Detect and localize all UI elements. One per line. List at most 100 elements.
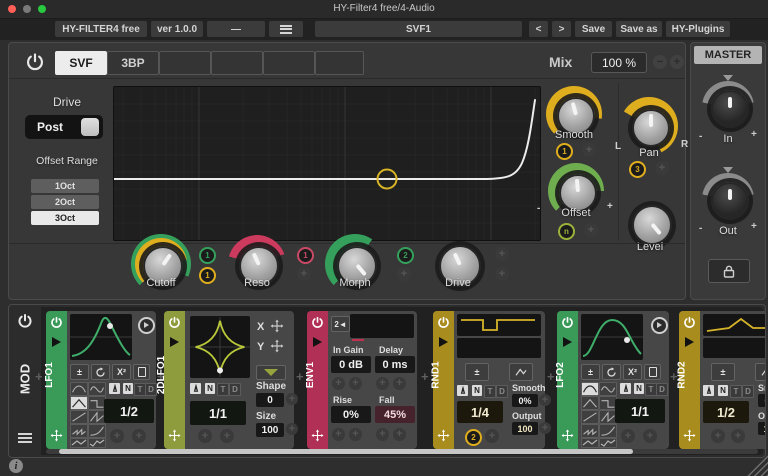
add-module-button[interactable]: + [35, 369, 43, 384]
rnd1-output-add[interactable]: + [539, 422, 551, 434]
lfo2-shape-rand1[interactable] [581, 438, 599, 448]
lfo1-rate-value[interactable]: 1/2 [104, 399, 154, 423]
tab-empty-2[interactable] [211, 51, 263, 75]
env1-fall-inc[interactable]: + [393, 428, 406, 441]
tab-3bp[interactable]: 3BP [107, 51, 159, 75]
mod-power-icon[interactable] [17, 313, 33, 329]
offset-range-3oct[interactable]: 3Oct [31, 211, 99, 225]
rnd2-trigger-icon[interactable] [685, 337, 694, 347]
env1-rise-value[interactable]: 0% [331, 406, 371, 423]
env1-in-gain-inc[interactable]: + [349, 377, 362, 390]
add-module-button[interactable]: + [547, 369, 555, 384]
lfo2-sync-icon[interactable] [620, 383, 631, 394]
rnd2-sync-icon[interactable] [703, 385, 714, 396]
2dlfo1-dotted-button[interactable]: D [229, 383, 241, 396]
lfo2-dec-button[interactable]: + [621, 429, 635, 443]
env1-delay-value[interactable]: 0 ms [375, 356, 415, 373]
rnd2-power-icon[interactable] [683, 316, 696, 329]
lfo1-shape-ramp[interactable] [70, 410, 88, 424]
lfo2-inc-button[interactable]: + [643, 429, 657, 443]
rnd2-triplet-button[interactable]: T [730, 385, 742, 398]
rnd2-dotted-button[interactable]: D [742, 385, 754, 398]
rnd1-smooth-add[interactable]: + [539, 394, 551, 406]
lfo1-sync-icon[interactable] [109, 383, 120, 394]
lfo1-inc-button[interactable]: + [132, 429, 146, 443]
env1-delay-inc[interactable]: + [393, 377, 406, 390]
titlebar[interactable]: HY-Filter4 free/4-Audio [0, 0, 768, 19]
add-module-button[interactable]: + [421, 369, 429, 384]
rnd2-note-button[interactable]: N [718, 385, 728, 396]
rnd1-smooth-shape-icon[interactable] [509, 363, 533, 381]
lfo1-shape-stairs[interactable] [70, 424, 88, 438]
lfo1-curve-icon[interactable]: X² [112, 364, 131, 380]
lfo2-preview-button[interactable] [651, 317, 668, 334]
filter-power-icon[interactable] [25, 52, 45, 72]
in-knob[interactable] [711, 90, 749, 128]
rnd1-inc-button[interactable]: + [485, 429, 499, 443]
lfo2-retrigger-icon[interactable] [602, 364, 621, 380]
rnd2-polarity-icon[interactable]: ± [711, 363, 735, 381]
lfo1-retrigger-icon[interactable] [91, 364, 110, 380]
lfo1-shape-rand2[interactable] [88, 438, 106, 448]
prev-preset-button[interactable]: < [529, 21, 548, 37]
2dlfo1-dec-button[interactable]: + [198, 429, 212, 443]
mix-decrement-button[interactable]: − [653, 55, 667, 69]
lfo2-shape-wiggle[interactable] [599, 382, 617, 396]
rnd2-output-value[interactable]: 100 [758, 422, 766, 435]
save-button[interactable]: Save [575, 21, 612, 37]
pan-mod-badge[interactable]: 3 [629, 161, 646, 178]
tab-svf[interactable]: SVF [55, 51, 107, 75]
2dlfo1-trigger-icon[interactable] [170, 337, 179, 347]
2dlfo1-y-move-icon[interactable] [270, 339, 284, 353]
out-knob[interactable] [711, 182, 749, 220]
lfo2-polarity-icon[interactable]: ± [581, 364, 600, 380]
rnd2-move-icon[interactable] [683, 429, 696, 442]
env1-in-gain-dec[interactable]: + [332, 377, 345, 390]
bypass-button[interactable]: — [207, 21, 265, 37]
pan-knob[interactable] [632, 109, 670, 147]
toggle-knob[interactable] [81, 118, 99, 136]
smooth-mod-badge[interactable]: 1 [556, 143, 573, 160]
2dlfo1-note-button[interactable]: N [205, 383, 215, 394]
rnd1-mod-badge[interactable]: 2 [465, 429, 482, 446]
lfo1-note-button[interactable]: N [123, 383, 133, 394]
env1-fall-value[interactable]: 45% [375, 406, 415, 423]
preset-name-field[interactable]: SVF1 [315, 21, 522, 37]
rnd2-dec-button[interactable]: + [711, 429, 725, 443]
rnd2-smooth-shape-icon[interactable] [755, 363, 766, 381]
mix-value[interactable]: 100 % [591, 52, 647, 73]
master-lock-button[interactable] [708, 259, 750, 283]
rnd1-polarity-icon[interactable]: ± [465, 363, 489, 381]
reso-mod-badge[interactable]: 1 [297, 247, 314, 264]
rnd2-smooth-value[interactable]: 0% [758, 394, 766, 407]
2dlfo1-size-value[interactable]: 100 [256, 423, 284, 437]
next-preset-button[interactable]: > [552, 21, 571, 37]
rnd1-rate-value[interactable]: 1/4 [457, 401, 503, 423]
lfo1-trigger-icon[interactable] [52, 337, 61, 347]
drive-post-toggle[interactable]: Post [25, 115, 103, 139]
lfo2-shape-stairs[interactable] [581, 424, 599, 438]
rnd1-power-icon[interactable] [437, 316, 450, 329]
lfo2-shape-triangle[interactable] [581, 396, 599, 410]
rnd1-triplet-button[interactable]: T [484, 385, 496, 398]
lfo1-polarity-icon[interactable]: ± [70, 364, 89, 380]
2dlfo1-shape-value[interactable]: 0 [256, 393, 284, 407]
lfo1-shape-wiggle[interactable] [88, 382, 106, 396]
rnd1-sync-icon[interactable] [457, 385, 468, 396]
tab-empty-3[interactable] [263, 51, 315, 75]
plugin-name-button[interactable]: HY-FILTER4 free [55, 21, 147, 37]
hy-plugins-button[interactable]: HY-Plugins [666, 21, 730, 37]
env1-input-select-icon[interactable]: 2◄ [331, 316, 350, 332]
cutoff-mod-badge-2[interactable]: 1 [199, 267, 216, 284]
add-module-button[interactable]: + [296, 369, 304, 384]
filter-response-graph[interactable] [113, 86, 541, 241]
2dlfo1-size-add-button[interactable]: + [286, 423, 298, 435]
lfo1-shape-sine[interactable] [70, 382, 88, 396]
reso-mod-add-button[interactable]: + [297, 267, 311, 281]
rnd2-inc-button[interactable]: + [731, 429, 745, 443]
lfo2-shape-rand2[interactable] [599, 438, 617, 448]
lfo2-curve-icon[interactable]: X² [623, 364, 642, 380]
lfo1-power-icon[interactable] [50, 316, 63, 329]
2dlfo1-x-move-icon[interactable] [270, 319, 284, 333]
env1-in-gain-value[interactable]: 0 dB [331, 356, 371, 373]
